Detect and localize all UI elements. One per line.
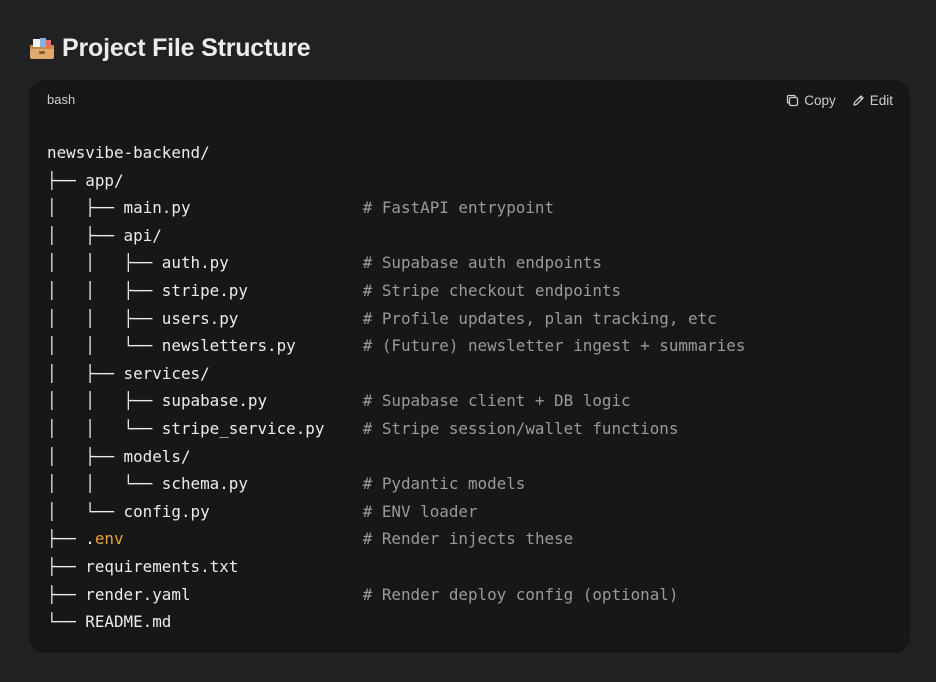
code-comment: # Render injects these xyxy=(362,529,574,549)
tree-entry: │ │ ├── users.py xyxy=(47,308,363,328)
code-line: │ │ └── schema.py # Pydantic models xyxy=(47,470,745,498)
tree-entry: │ │ ├── auth.py xyxy=(47,253,363,273)
code-comment: # Supabase client + DB logic xyxy=(362,391,631,411)
code-comment: # Pydantic models xyxy=(362,474,526,494)
tree-entry: └── README.md xyxy=(47,612,172,632)
code-line: │ ├── api/ xyxy=(47,222,745,250)
code-comment: # Stripe session/wallet functions xyxy=(362,418,679,438)
code-block: bash Copy Edit newsvibe-backend/ ├── app… xyxy=(29,80,910,653)
copy-button[interactable]: Copy xyxy=(786,90,836,110)
tree-entry: ├── render.yaml xyxy=(47,584,363,604)
tree-entry: │ │ ├── stripe.py xyxy=(47,280,363,300)
card-file-box-icon xyxy=(29,36,55,60)
code-line: ├── requirements.txt xyxy=(47,553,745,581)
page-heading: Project File Structure xyxy=(29,30,311,66)
code-line: │ ├── services/ xyxy=(47,360,745,388)
tree-padding xyxy=(124,529,363,548)
page-title: Project File Structure xyxy=(62,33,311,62)
edit-label: Edit xyxy=(869,92,893,108)
code-line: ├── app/ xyxy=(47,167,745,195)
code-line: ├── .env # Render injects these xyxy=(47,525,745,553)
edit-button[interactable]: Edit xyxy=(852,90,893,110)
tree-entry: │ └── config.py xyxy=(47,501,363,521)
highlighted-token: env xyxy=(94,529,124,549)
code-comment: # Stripe checkout endpoints xyxy=(362,280,622,300)
code-line: │ │ ├── supabase.py # Supabase client + … xyxy=(47,387,745,415)
tree-entry: │ │ └── stripe_service.py xyxy=(47,418,363,438)
code-line: │ │ ├── auth.py # Supabase auth endpoint… xyxy=(47,249,745,277)
code-line: │ │ └── newsletters.py # (Future) newsle… xyxy=(47,332,745,360)
tree-entry: │ ├── models/ xyxy=(47,446,191,466)
pencil-icon xyxy=(852,94,865,107)
code-line: │ ├── main.py # FastAPI entrypoint xyxy=(47,194,745,222)
code-line: │ └── config.py # ENV loader xyxy=(47,498,745,526)
tree-entry: │ ├── main.py xyxy=(47,198,363,218)
code-line: ├── render.yaml # Render deploy config (… xyxy=(47,581,745,609)
copy-icon xyxy=(786,94,799,107)
tree-entry: ├── requirements.txt xyxy=(47,556,239,576)
code-line: │ │ ├── stripe.py # Stripe checkout endp… xyxy=(47,277,745,305)
code-comment: # FastAPI entrypoint xyxy=(362,198,555,218)
tree-entry: │ │ ├── supabase.py xyxy=(47,391,363,411)
code-line: newsvibe-backend/ xyxy=(47,139,745,167)
code-line: └── README.md xyxy=(47,608,745,636)
tree-entry: │ ├── api/ xyxy=(47,225,162,245)
code-comment: # (Future) newsletter ingest + summaries xyxy=(362,336,746,356)
tree-entry: │ ├── services/ xyxy=(47,363,210,383)
code-line: │ │ ├── users.py # Profile updates, plan… xyxy=(47,305,745,333)
code-line: │ │ └── stripe_service.py # Stripe sessi… xyxy=(47,415,745,443)
code-comment: # Render deploy config (optional) xyxy=(362,584,679,604)
tree-entry: ├── . xyxy=(47,529,95,549)
tree-entry: ├── app/ xyxy=(47,170,124,190)
code-comment: # Supabase auth endpoints xyxy=(362,253,602,273)
language-label: bash xyxy=(47,92,76,107)
copy-label: Copy xyxy=(804,92,836,108)
code-comment: # ENV loader xyxy=(362,501,478,521)
tree-entry: │ │ └── newsletters.py xyxy=(47,336,363,356)
tree-entry: newsvibe-backend/ xyxy=(47,143,210,162)
file-tree-code: newsvibe-backend/ ├── app/ │ ├── main.py #… xyxy=(47,139,745,636)
code-comment: # Profile updates, plan tracking, etc xyxy=(362,308,717,328)
code-line: │ ├── models/ xyxy=(47,443,745,471)
code-block-header: bash Copy Edit xyxy=(29,80,910,120)
tree-entry: │ │ └── schema.py xyxy=(47,474,363,494)
code-actions: Copy Edit xyxy=(786,90,893,110)
